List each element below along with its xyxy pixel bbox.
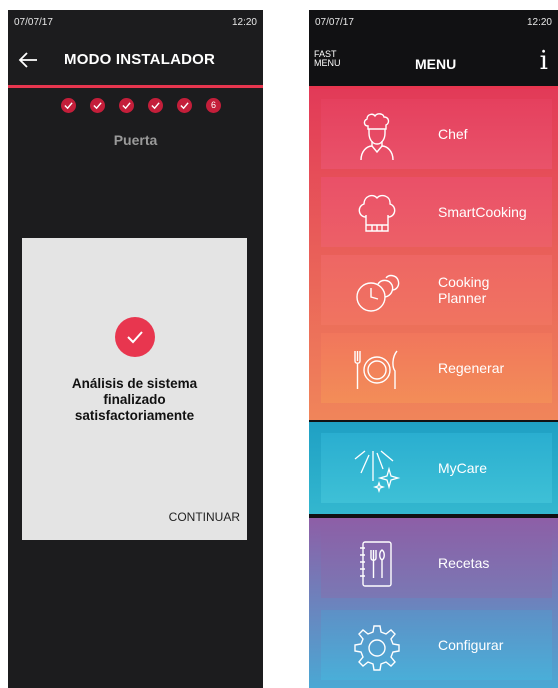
step-done bbox=[61, 98, 76, 113]
care-group: MyCare bbox=[309, 422, 558, 514]
header-divider bbox=[8, 85, 263, 88]
status-date: 07/07/17 bbox=[14, 17, 53, 28]
arrow-left-icon[interactable] bbox=[16, 48, 40, 72]
status-time: 12:20 bbox=[526, 17, 552, 28]
recipe-book-icon bbox=[360, 541, 392, 587]
check-circle-icon bbox=[115, 317, 155, 357]
info-icon[interactable]: i bbox=[540, 46, 548, 76]
sparkle-clean-icon bbox=[354, 450, 401, 494]
menu-item-label: Recetas bbox=[438, 555, 490, 571]
step-done bbox=[177, 98, 192, 113]
fast-menu-button[interactable]: FAST MENU bbox=[314, 50, 341, 68]
step-done bbox=[148, 98, 163, 113]
menu-item-label: Cooking Planner bbox=[438, 274, 490, 306]
menu-item-recetas[interactable]: Recetas bbox=[321, 528, 552, 598]
cooking-group: Chef SmartCooking Cooking Planner Regene… bbox=[309, 89, 558, 420]
menu-item-label: Regenerar bbox=[438, 360, 505, 376]
menu-item-label: Configurar bbox=[438, 637, 504, 653]
page-title: MODO INSTALADOR bbox=[64, 51, 216, 68]
check-icon bbox=[151, 102, 160, 110]
menu-item-label: Chef bbox=[438, 126, 468, 142]
check-icon bbox=[64, 102, 73, 110]
main-menu-screen: 07/07/17 12:20 FAST MENU MENU i Chef Sma… bbox=[309, 10, 558, 688]
status-bar: 07/07/17 12:20 bbox=[309, 10, 558, 34]
settings-group: Recetas Configurar bbox=[309, 518, 558, 688]
check-icon bbox=[93, 102, 102, 110]
installer-mode-screen: 07/07/17 12:20 MODO INSTALADOR 6 Puerta … bbox=[8, 10, 263, 688]
check-icon bbox=[180, 102, 189, 110]
chef-hat-icon bbox=[358, 194, 396, 232]
gear-icon bbox=[354, 625, 400, 671]
menu-item-label: MyCare bbox=[438, 460, 488, 476]
step-current: 6 bbox=[206, 98, 221, 113]
screen-header: MODO INSTALADOR bbox=[8, 34, 263, 86]
check-icon bbox=[122, 102, 131, 110]
menu-item-configurar[interactable]: Configurar bbox=[321, 610, 552, 680]
dialog-message: Análisis de sistema finalizado satisfact… bbox=[71, 376, 198, 423]
status-date: 07/07/17 bbox=[315, 17, 354, 28]
menu-item-chef[interactable]: Chef bbox=[321, 99, 552, 169]
success-dialog: Análisis de sistema finalizado satisfact… bbox=[22, 238, 247, 540]
continue-button[interactable]: CONTINUAR bbox=[169, 510, 240, 524]
status-time: 12:20 bbox=[231, 17, 257, 28]
screen-header: FAST MENU MENU i bbox=[309, 34, 558, 86]
page-title: MENU bbox=[415, 56, 457, 72]
step-title: Puerta bbox=[113, 132, 158, 148]
step-done bbox=[119, 98, 134, 113]
menu-item-label: SmartCooking bbox=[438, 204, 527, 220]
menu-item-smartcooking[interactable]: SmartCooking bbox=[321, 177, 552, 247]
clocks-icon bbox=[356, 274, 400, 312]
menu-item-cooking-planner[interactable]: Cooking Planner bbox=[321, 255, 552, 325]
menu-item-mycare[interactable]: MyCare bbox=[321, 433, 552, 503]
plate-cutlery-icon bbox=[354, 350, 398, 389]
status-bar: 07/07/17 12:20 bbox=[8, 10, 263, 34]
chef-icon bbox=[360, 113, 394, 161]
step-done bbox=[90, 98, 105, 113]
menu-item-regenerar[interactable]: Regenerar bbox=[321, 333, 552, 403]
